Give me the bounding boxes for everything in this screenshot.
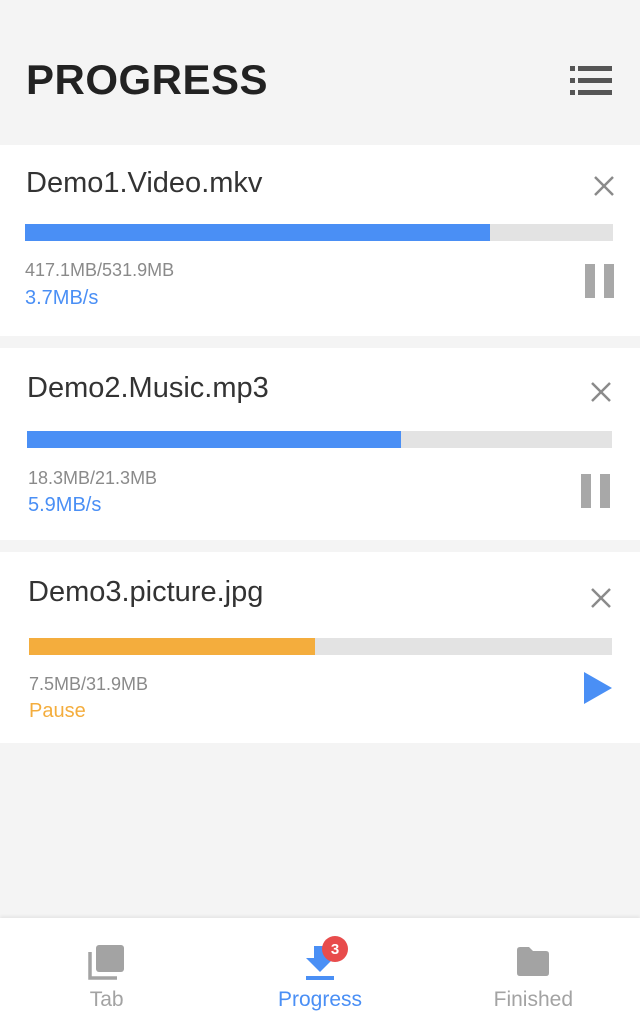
download-item: Demo1.Video.mkv 417.1MB/531.9MB 3.7MB/s	[0, 145, 640, 336]
nav-tab[interactable]: Tab	[0, 918, 213, 1024]
file-name: Demo2.Music.mp3	[27, 372, 269, 404]
pause-button[interactable]	[582, 261, 618, 301]
nav-label: Finished	[493, 988, 574, 1011]
download-status: Pause	[29, 700, 86, 722]
file-name: Demo1.Video.mkv	[26, 167, 263, 199]
file-size: 18.3MB/21.3MB	[28, 468, 158, 488]
download-speed: 5.9MB/s	[28, 494, 102, 516]
page-title: PROGRESS	[26, 56, 269, 103]
file-size: 7.5MB/31.9MB	[29, 674, 149, 694]
progress-bar	[25, 224, 613, 241]
nav-label: Tab	[89, 988, 124, 1011]
header: PROGRESS	[0, 0, 640, 142]
play-icon	[584, 672, 612, 704]
cancel-download-button[interactable]	[586, 377, 616, 407]
bottom-nav: Tab 3 Progress Finished	[0, 918, 640, 1024]
download-item: Demo3.picture.jpg 7.5MB/31.9MB Pause	[0, 552, 640, 743]
pause-icon	[581, 474, 610, 508]
nav-finished[interactable]: Finished	[427, 918, 640, 1024]
cancel-download-button[interactable]	[589, 171, 619, 201]
progress-bar	[29, 638, 612, 655]
download-item: Demo2.Music.mp3 18.3MB/21.3MB 5.9MB/s	[0, 348, 640, 540]
progress-bar-fill	[27, 431, 402, 448]
menu-button[interactable]	[566, 62, 616, 98]
cancel-download-button[interactable]	[586, 583, 616, 613]
download-speed: 3.7MB/s	[25, 287, 99, 309]
file-size: 417.1MB/531.9MB	[25, 260, 175, 280]
pause-icon	[585, 264, 614, 298]
close-icon	[591, 382, 611, 402]
pause-button[interactable]	[578, 471, 614, 511]
close-icon	[591, 588, 611, 608]
close-icon	[594, 176, 614, 196]
progress-bar-fill	[29, 638, 315, 655]
tabs-icon	[87, 945, 124, 980]
progress-bar-fill	[25, 224, 490, 241]
progress-bar	[27, 431, 612, 448]
nav-progress[interactable]: 3 Progress	[213, 918, 426, 1024]
nav-label: Progress	[277, 988, 362, 1011]
folder-icon	[517, 947, 550, 976]
file-name: Demo3.picture.jpg	[28, 576, 264, 608]
resume-button[interactable]	[580, 668, 616, 708]
notification-badge: 3	[321, 936, 348, 962]
list-icon	[570, 66, 612, 95]
